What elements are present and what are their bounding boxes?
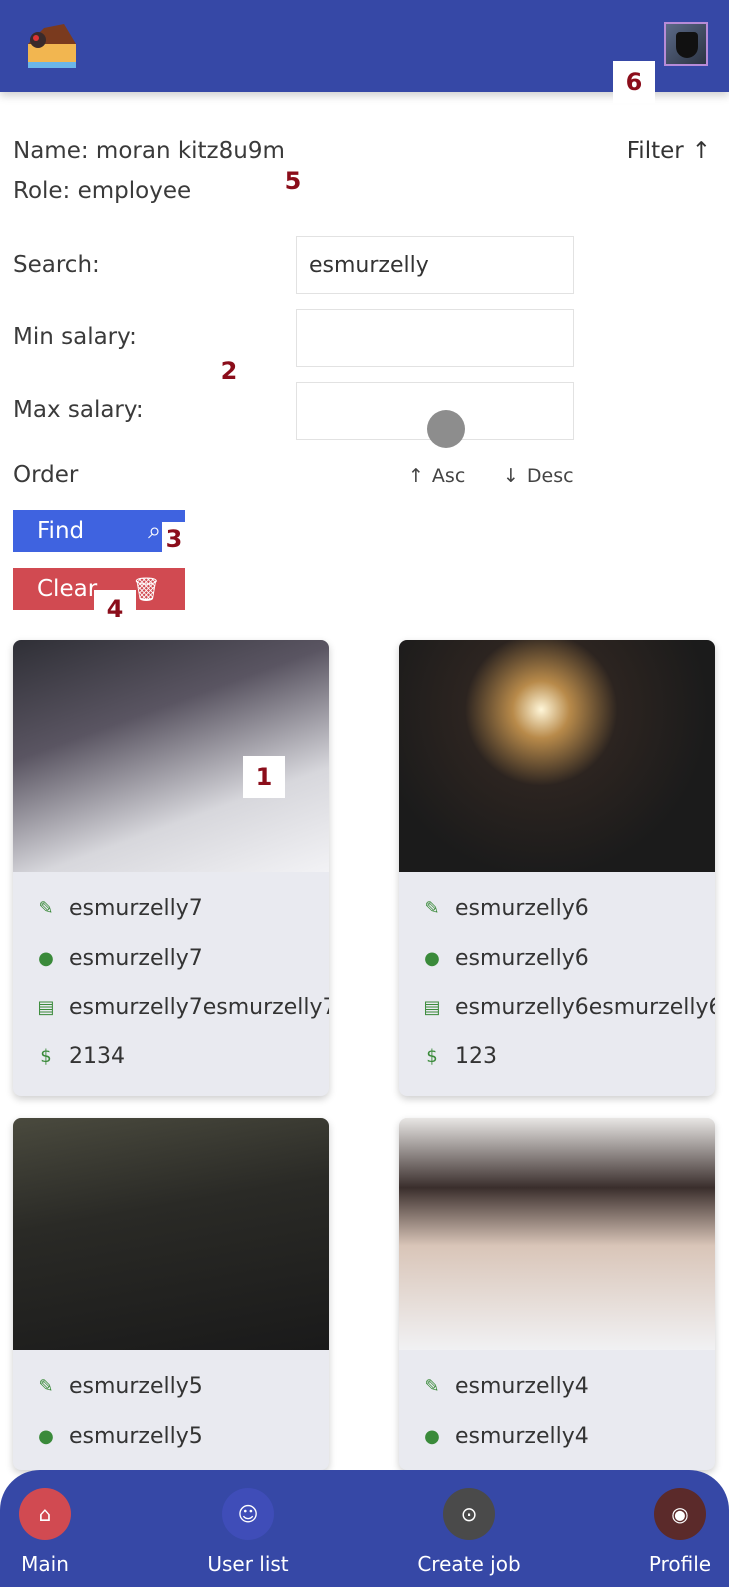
job-card[interactable]: ✎ esmurzelly5 ● esmurzelly5 (13, 1118, 329, 1470)
nav-user-list[interactable]: ☺ User list (188, 1488, 308, 1576)
nav-profile[interactable]: ◉ Profile (620, 1488, 729, 1576)
job-description: esmurzelly7esmurzelly7esm (69, 995, 329, 1020)
avatar-shield-icon[interactable] (664, 22, 708, 66)
job-location-row: ● esmurzelly6 (423, 946, 589, 971)
nav-create-job-label: Create job (417, 1552, 521, 1576)
marker-1: 1 (243, 756, 285, 798)
user-name: Name: moran kitz8u9m (13, 138, 285, 164)
job-title: esmurzelly4 (455, 1374, 589, 1399)
job-salary-row: $123 (423, 1044, 497, 1069)
marker-3: 3 (162, 522, 186, 556)
arrow-up-icon: ↑ (408, 465, 424, 487)
job-title-row: ✎ esmurzelly4 (423, 1374, 589, 1399)
home-icon: ⌂ (19, 1488, 71, 1540)
job-description-row: ▤ esmurzelly7esmurzelly7esm (37, 995, 329, 1020)
nav-main-label: Main (21, 1552, 69, 1576)
marker-2: 2 (208, 350, 250, 392)
job-photo (399, 640, 715, 872)
job-salary: 2134 (69, 1044, 125, 1069)
search-input[interactable]: esmurzelly (296, 236, 574, 294)
min-salary-input[interactable] (296, 309, 574, 367)
edit-icon: ✎ (38, 898, 54, 919)
document-icon: ▤ (423, 997, 441, 1018)
marker-4: 4 (94, 590, 136, 628)
order-label: Order (13, 462, 79, 488)
marker-5: 5 (272, 160, 314, 202)
job-title: esmurzelly5 (69, 1374, 203, 1399)
job-location: esmurzelly5 (69, 1424, 203, 1449)
add-circle-icon: ⊙ (443, 1488, 495, 1540)
filter-toggle[interactable]: Filter ↑ (627, 138, 711, 164)
edit-icon: ✎ (424, 1376, 440, 1397)
bottom-navigation: ⌂ Main ☺ User list ⊙ Create job ◉ Profil… (0, 1470, 729, 1587)
order-asc-option[interactable]: ↑ Asc (408, 465, 465, 487)
job-photo (13, 1118, 329, 1350)
asc-label: Asc (431, 465, 466, 487)
desc-label: Desc (526, 465, 574, 487)
job-location: esmurzelly7 (69, 946, 203, 971)
clear-label: Clear (37, 576, 98, 602)
marker-6: 6 (613, 61, 655, 103)
job-location-row: ● esmurzelly4 (423, 1424, 589, 1449)
job-location-row: ● esmurzelly7 (37, 946, 203, 971)
job-title-row: ✎ esmurzelly6 (423, 896, 589, 921)
dollar-icon: $ (40, 1046, 52, 1067)
max-salary-label: Max salary: (13, 397, 144, 423)
job-card[interactable]: ✎ esmurzelly6 ● esmurzelly6 ▤ esmurzelly6es… (399, 640, 715, 1096)
job-card[interactable]: ✎ esmurzelly7 ● esmurzelly7 ▤ esmurzelly7es… (13, 640, 329, 1096)
user-role: Role: employee (13, 178, 192, 204)
job-location-row: ● esmurzelly5 (37, 1424, 203, 1449)
find-label: Find (37, 518, 85, 544)
dollar-icon: $ (426, 1046, 438, 1067)
search-label: Search: (13, 252, 100, 278)
job-location: esmurzelly6 (455, 946, 589, 971)
job-salary-row: $2134 (37, 1044, 125, 1069)
order-desc-option[interactable]: ↓ Desc (503, 465, 574, 487)
location-pin-icon: ● (424, 1426, 440, 1447)
job-photo (399, 1118, 715, 1350)
touch-indicator (427, 410, 465, 448)
nav-profile-label: Profile (648, 1552, 712, 1576)
job-salary: 123 (455, 1044, 497, 1069)
lemur-logo-icon[interactable] (24, 14, 80, 72)
job-card[interactable]: ✎ esmurzelly4 ● esmurzelly4 (399, 1118, 715, 1470)
arrow-down-icon: ↓ (503, 465, 519, 487)
job-location: esmurzelly4 (455, 1424, 589, 1449)
edit-icon: ✎ (424, 898, 440, 919)
job-description-row: ▤ esmurzelly6esmurzelly6 (423, 995, 715, 1020)
job-title-row: ✎ esmurzelly7 (37, 896, 203, 921)
profile-icon: ◉ (654, 1488, 706, 1540)
job-description: esmurzelly6esmurzelly6 (455, 995, 715, 1020)
job-title: esmurzelly7 (69, 896, 203, 921)
job-title-row: ✎ esmurzelly5 (37, 1374, 203, 1399)
min-salary-label: Min salary: (13, 324, 137, 350)
location-pin-icon: ● (38, 1426, 54, 1447)
arrow-up-icon: ↑ (691, 138, 711, 164)
edit-icon: ✎ (38, 1376, 54, 1397)
job-title: esmurzelly6 (455, 896, 589, 921)
nav-create-job[interactable]: ⊙ Create job (409, 1488, 529, 1576)
nav-main[interactable]: ⌂ Main (0, 1488, 105, 1576)
filter-label: Filter (626, 138, 684, 164)
find-button[interactable]: Find ⌕ (13, 510, 185, 552)
user-icon: ☺ (222, 1488, 274, 1540)
trash-icon: 🗑 (131, 576, 161, 603)
location-pin-icon: ● (38, 948, 54, 969)
nav-user-list-label: User list (207, 1552, 289, 1576)
document-icon: ▤ (37, 997, 55, 1018)
search-icon: ⌕ (148, 518, 161, 544)
location-pin-icon: ● (424, 948, 440, 969)
